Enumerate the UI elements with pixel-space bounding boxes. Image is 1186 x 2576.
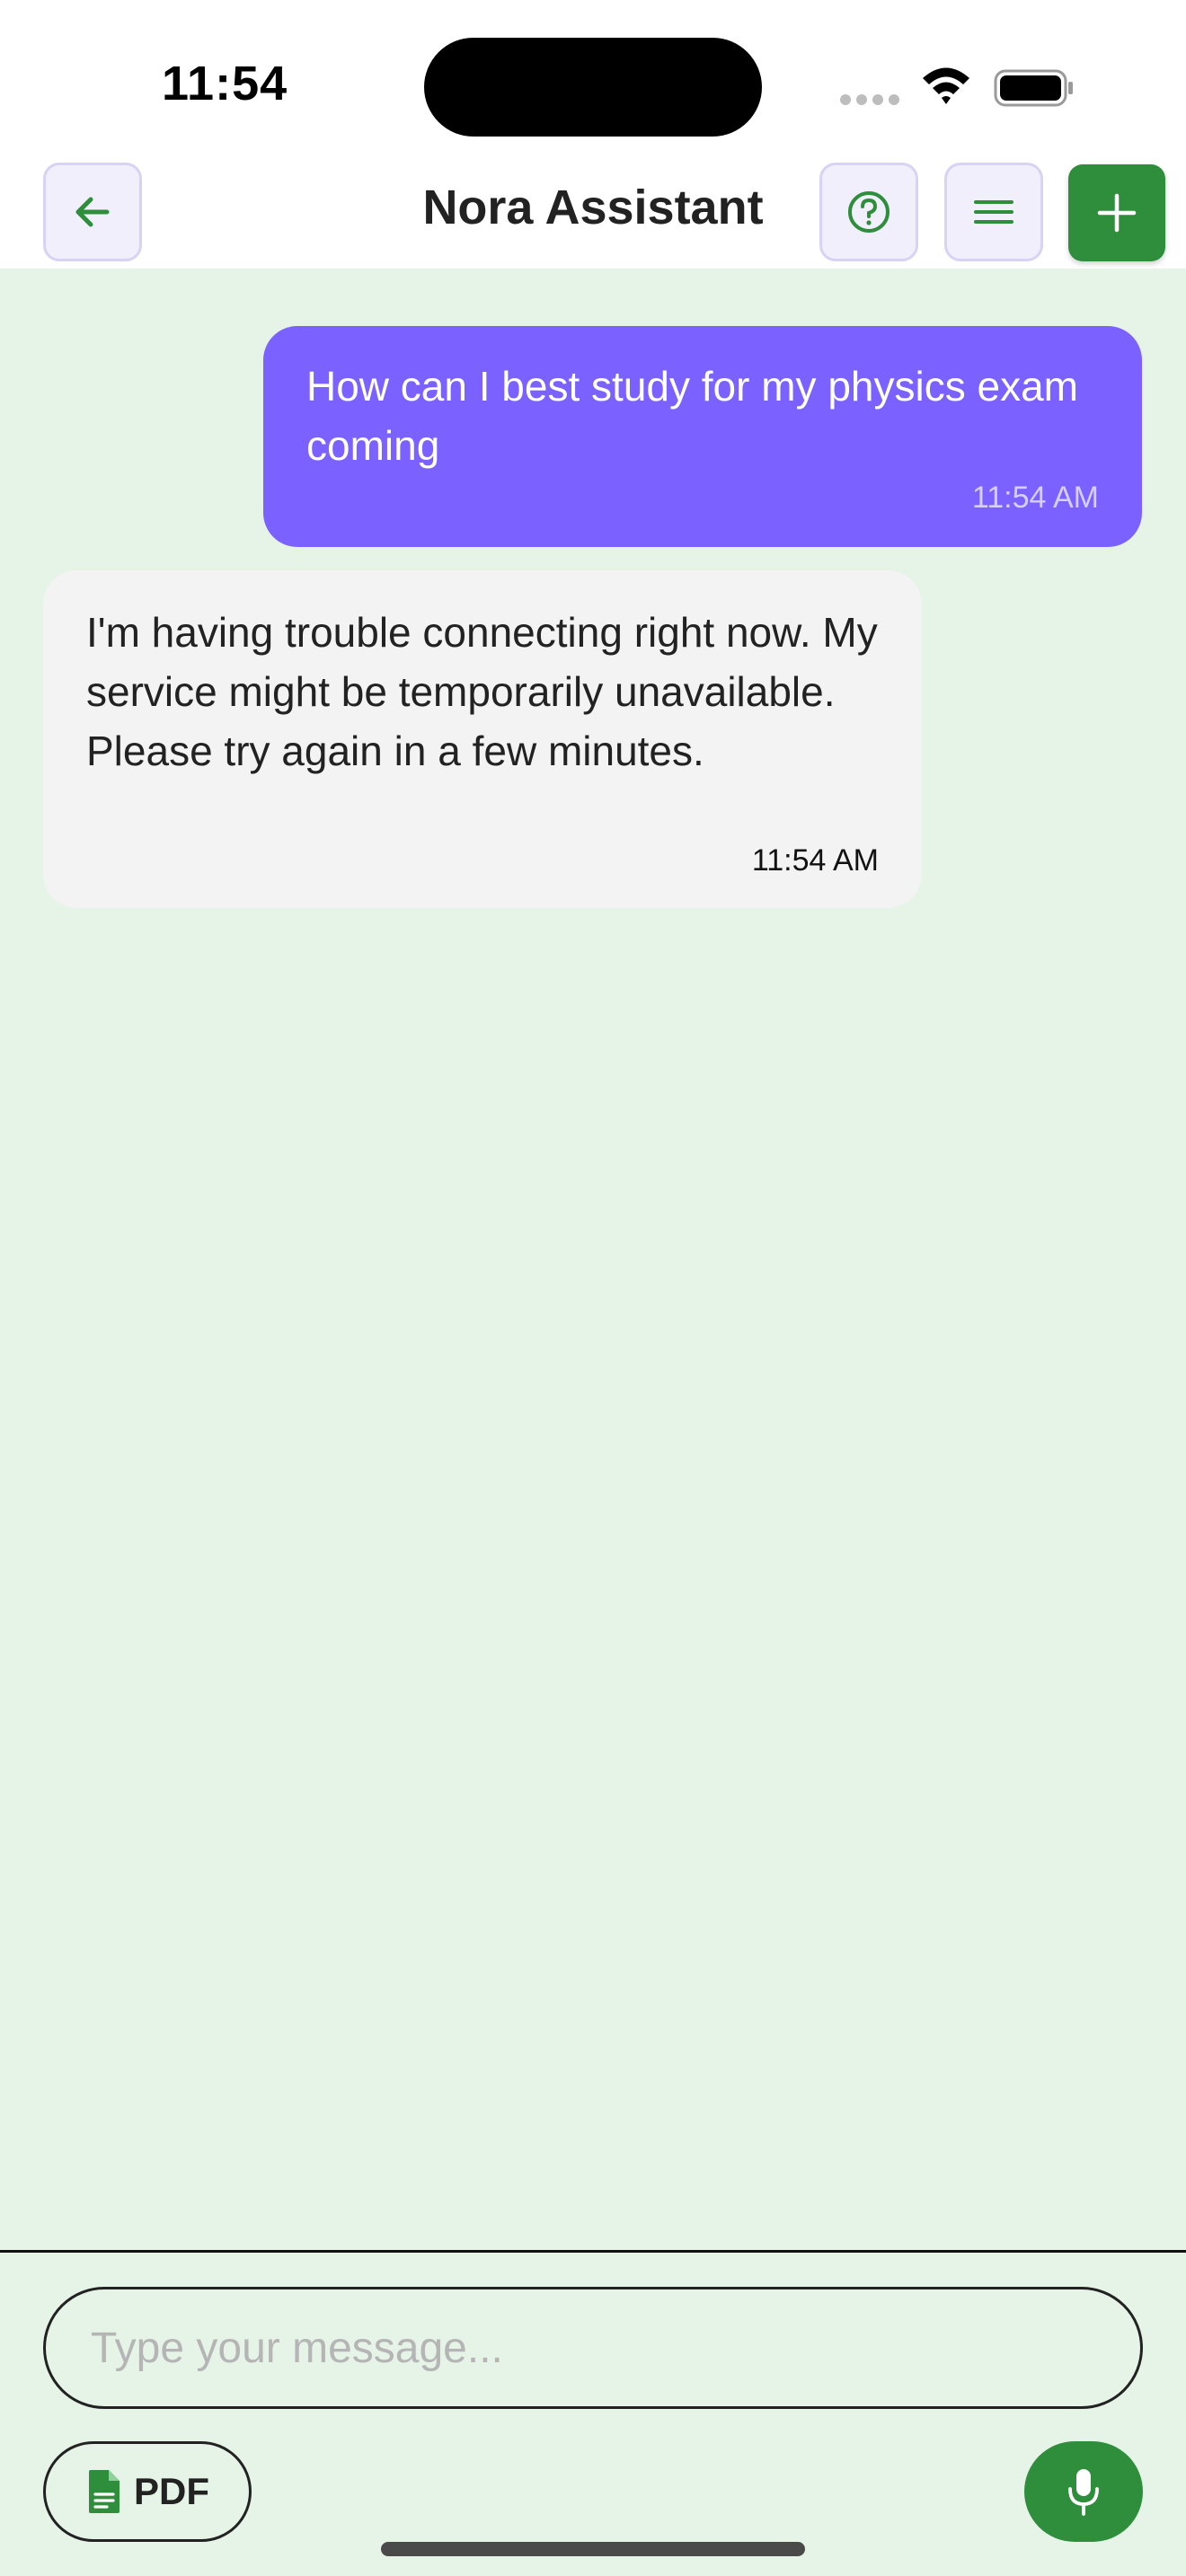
battery-icon	[994, 69, 1073, 107]
question-circle-icon	[848, 191, 890, 233]
wifi-icon	[923, 67, 969, 104]
status-bar: 11:54	[0, 0, 1186, 157]
plus-icon	[1097, 193, 1137, 233]
assistant-message-text: I'm having trouble connecting right now.…	[86, 609, 878, 774]
composer-divider	[0, 2250, 1186, 2253]
voice-input-button[interactable]	[1024, 2441, 1143, 2542]
user-message-bubble: How can I best study for my physics exam…	[263, 326, 1142, 547]
assistant-message-bubble: I'm having trouble connecting right now.…	[43, 570, 922, 908]
page-title: Nora Assistant	[422, 181, 764, 234]
user-message-time: 11:54 AM	[971, 481, 1099, 515]
menu-button[interactable]	[944, 163, 1043, 261]
user-message-text: How can I best study for my physics exam…	[306, 363, 1078, 469]
cellular-signal-icon	[840, 94, 899, 105]
pdf-upload-button[interactable]: PDF	[43, 2441, 252, 2542]
home-indicator	[381, 2542, 805, 2556]
dynamic-island	[424, 38, 762, 137]
new-chat-button[interactable]	[1068, 164, 1165, 261]
status-time: 11:54	[162, 57, 288, 110]
help-button[interactable]	[819, 163, 918, 261]
back-button[interactable]	[43, 163, 142, 261]
pdf-button-label: PDF	[134, 2470, 209, 2512]
arrow-left-icon	[75, 197, 110, 227]
microphone-icon	[1068, 2469, 1099, 2516]
message-input[interactable]	[43, 2287, 1143, 2409]
assistant-message-time: 11:54 AM	[751, 843, 879, 878]
hamburger-menu-icon	[974, 200, 1013, 224]
file-document-icon	[89, 2470, 119, 2513]
